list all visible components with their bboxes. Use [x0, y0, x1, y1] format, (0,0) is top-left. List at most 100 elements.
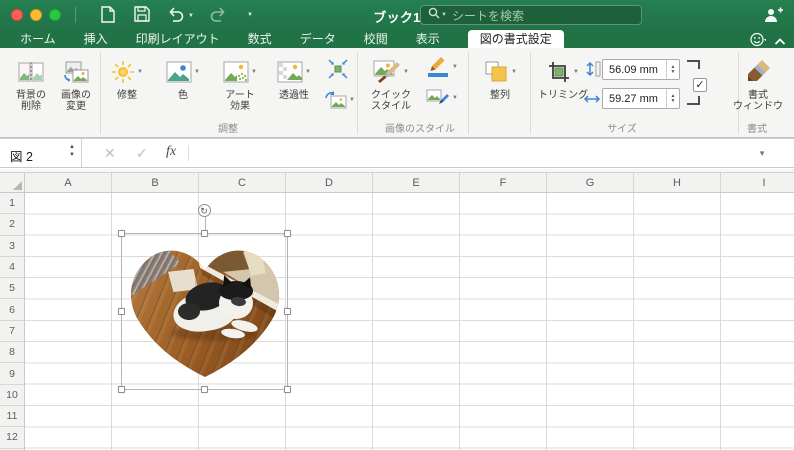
resize-handle-sw[interactable] [118, 386, 125, 393]
rotation-handle[interactable]: ↻ [197, 204, 211, 217]
column-header-A[interactable]: A [25, 173, 112, 192]
row-header-2[interactable]: 2 [0, 214, 24, 236]
shape-width-stepper[interactable]: ▲ ▼ [666, 89, 679, 108]
tab-印刷レイアウト[interactable]: 印刷レイアウト [136, 30, 220, 48]
quick-styles-icon: ▼ [373, 54, 409, 90]
column-header-I[interactable]: I [721, 173, 794, 192]
compress-picture-button[interactable] [327, 58, 349, 80]
name-box[interactable]: 図 2 ▲ ▼ [0, 139, 82, 167]
transparency-caret-icon: ▼ [305, 69, 311, 75]
artistic-effects-caret-icon: ▼ [251, 69, 257, 75]
row-header-6[interactable]: 6 [0, 299, 24, 321]
shape-height-stepper[interactable]: ▲ ▼ [666, 60, 679, 79]
excel-window: ▼ ▼ ブック1 ▼ シートを検索 ホーム 挿入 印刷レイアウト 数式 データ 校閲 表示図… [0, 0, 794, 450]
column-header-F[interactable]: F [460, 173, 547, 192]
arrange-button[interactable]: ▼ 整列 [474, 54, 526, 101]
artistic-effects-button[interactable]: ▼ アート 効果 [212, 54, 268, 112]
arrange-icon: ▼ [483, 54, 517, 90]
tab-数式[interactable]: 数式 [248, 30, 272, 48]
row-header-10[interactable]: 10 [0, 385, 24, 406]
tab-データ[interactable]: データ [300, 30, 336, 48]
redo-icon[interactable] [210, 6, 227, 27]
row-header-9[interactable]: 9 [0, 363, 24, 385]
column-headers: ABCDEFGHI [25, 173, 794, 193]
column-header-H[interactable]: H [634, 173, 721, 192]
row-header-11[interactable]: 11 [0, 406, 24, 428]
group-divider [357, 52, 358, 134]
row-header-3[interactable]: 3 [0, 236, 24, 257]
name-box-stepper[interactable]: ▲ ▼ [69, 143, 75, 159]
resize-handle-se[interactable] [284, 386, 291, 393]
sheet-search-input[interactable]: ▼ シートを検索 [420, 5, 642, 25]
column-header-E[interactable]: E [373, 173, 460, 192]
color-icon: ▼ [166, 54, 200, 90]
transparency-button[interactable]: ▼ 透過性 [270, 54, 318, 101]
crop-caret-icon: ▼ [573, 69, 579, 75]
group-label-format: 書式 [747, 124, 767, 135]
format-pane-button[interactable]: 書式 ウィンドウ [730, 54, 786, 112]
select-all-corner[interactable] [0, 173, 25, 193]
tab-表示[interactable]: 表示 [416, 30, 440, 48]
minimize-window-button[interactable] [30, 9, 42, 21]
corrections-button[interactable]: ▼ 修整 [104, 54, 150, 101]
resize-handle-nw[interactable] [118, 230, 125, 237]
picture-selection-box[interactable]: ↻ [118, 204, 291, 393]
rotation-handle-stem [204, 217, 206, 230]
share-icon[interactable] [763, 7, 783, 28]
search-placeholder: シートを検索 [451, 8, 524, 23]
picture-effects-button[interactable]: ▼ [426, 88, 458, 108]
zoom-window-button[interactable] [49, 9, 61, 21]
formula-bar-expand-caret-icon[interactable]: ▼ [758, 149, 766, 158]
resize-handle-ne[interactable] [284, 230, 291, 237]
crop-label: トリミング [538, 90, 588, 101]
search-icon [428, 6, 440, 24]
tab-校閲[interactable]: 校閲 [364, 30, 388, 48]
search-scope-caret-icon[interactable]: ▼ [441, 12, 447, 18]
picture-effects-caret-icon: ▼ [452, 95, 458, 101]
group-label-adjust: 調整 [218, 124, 238, 135]
reset-picture-button[interactable]: ▼ [325, 90, 355, 110]
row-header-1[interactable]: 1 [0, 193, 24, 215]
enter-icon[interactable]: ✓ [136, 145, 148, 162]
resize-handle-s[interactable] [200, 386, 208, 393]
lock-aspect-ratio-checkbox[interactable]: ✓ [693, 78, 707, 92]
undo-icon[interactable] [167, 6, 184, 27]
change-picture-button[interactable]: 画像の 変更 [54, 54, 98, 112]
color-button[interactable]: ▼ 色 [158, 54, 208, 101]
tab-ホーム[interactable]: ホーム [20, 30, 56, 48]
column-header-D[interactable]: D [286, 173, 373, 192]
cancel-icon[interactable]: ✕ [104, 145, 116, 162]
toolbar-overflow-icon[interactable]: ▼ [247, 12, 253, 18]
shape-height-input[interactable]: 56.09 mm ▲ ▼ [602, 59, 680, 80]
shape-height-icon [584, 60, 602, 78]
resize-handle-w[interactable] [118, 307, 125, 315]
tab-図の書式設定[interactable]: 図の書式設定 [467, 30, 564, 48]
row-header-7[interactable]: 7 [0, 321, 24, 343]
save-icon[interactable] [134, 6, 150, 27]
insert-function-icon[interactable]: fx [166, 144, 176, 160]
crop-icon: ▼ [547, 54, 579, 90]
column-header-B[interactable]: B [112, 173, 199, 192]
undo-caret-icon[interactable]: ▼ [188, 13, 194, 19]
row-header-5[interactable]: 5 [0, 278, 24, 300]
shape-width-value: 59.27 mm [609, 93, 658, 105]
row-header-8[interactable]: 8 [0, 342, 24, 364]
aspect-ratio-bracket-top [687, 60, 700, 69]
resize-handle-e[interactable] [284, 307, 291, 315]
quick-styles-label: クイック スタイル [371, 90, 411, 112]
picture-border-button[interactable]: ▼ [426, 56, 458, 78]
row-header-4[interactable]: 4 [0, 257, 24, 279]
new-workbook-icon[interactable] [100, 6, 115, 28]
change-picture-label: 画像の 変更 [61, 90, 91, 112]
change-picture-icon [63, 54, 89, 90]
column-header-G[interactable]: G [547, 173, 634, 192]
shape-height-value: 56.09 mm [609, 64, 658, 76]
shape-width-input[interactable]: 59.27 mm ▲ ▼ [602, 88, 680, 109]
column-header-C[interactable]: C [199, 173, 286, 192]
quick-styles-button[interactable]: ▼ クイック スタイル [362, 54, 420, 112]
close-window-button[interactable] [11, 9, 23, 21]
row-header-12[interactable]: 12 [0, 427, 24, 449]
tab-挿入[interactable]: 挿入 [84, 30, 108, 48]
remove-background-button[interactable]: 背景の 削除 [8, 54, 54, 112]
resize-handle-n[interactable] [200, 230, 208, 237]
